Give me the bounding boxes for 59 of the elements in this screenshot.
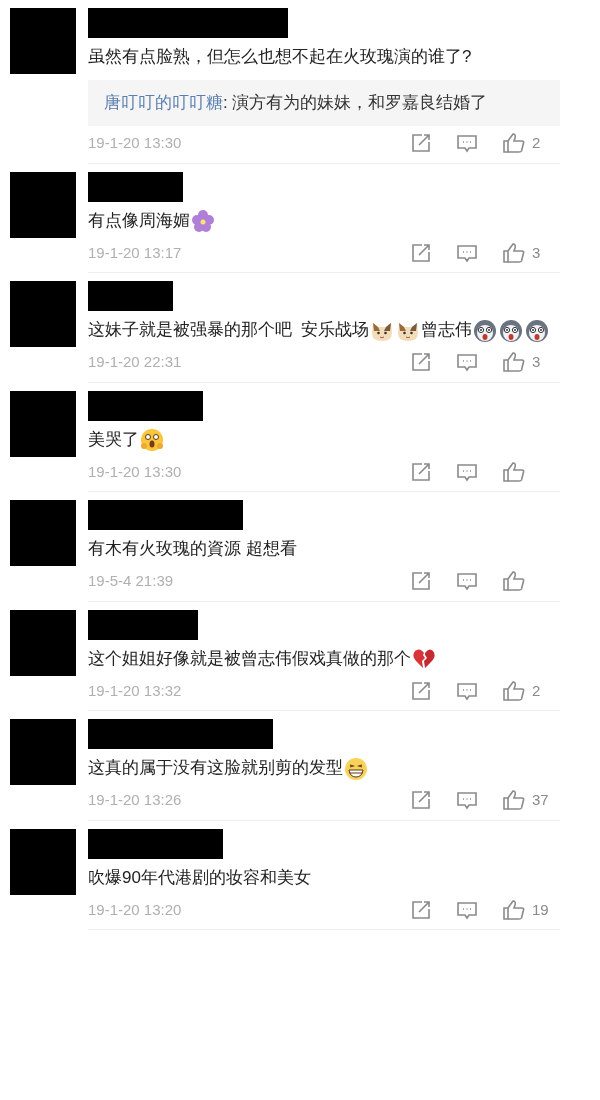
comment-time: 19-1-20 13:26 [88,790,183,810]
comment-text: 这个姐姐好像就是被曾志伟假戏真做的那个 [88,643,560,674]
redaction-block [10,828,76,895]
like-count: 19 [532,899,549,920]
comment-time: 19-1-20 13:30 [88,133,183,153]
thumbs-up-icon[interactable] [502,898,526,921]
comment-text: 这真的属于没有这脸就别剪的发型 [88,753,560,783]
dog-face-icon [525,318,550,343]
grinning-face-icon [344,756,368,781]
like-count: 3 [532,242,541,263]
comment-time: 19-1-20 22:31 [88,352,183,372]
user-link[interactable]: 唐叮叮的叮叮糖 [104,93,223,112]
comment-time: 19-1-20 13:30 [88,461,183,482]
thumbs-up-icon[interactable] [502,241,526,264]
thumbs-up-icon[interactable] [502,570,526,593]
broken-heart-icon [412,647,436,671]
like-count: 2 [532,133,541,153]
redaction-block [10,171,76,238]
comment-text: 这妹子就是被强暴的那个吧 安乐战场 曾志伟 [88,315,560,345]
share-icon[interactable] [410,460,432,483]
redaction-block [10,500,76,566]
comment-icon[interactable] [456,570,478,593]
share-icon[interactable] [410,898,432,921]
comment-time: 19-5-4 21:39 [88,571,175,591]
comment-icon[interactable] [456,351,478,374]
dog-face-icon [473,318,498,343]
comment-icon[interactable] [456,789,478,812]
thumbs-up-icon[interactable] [502,351,526,374]
like-count: 2 [532,680,541,701]
redaction-block [10,719,76,785]
redaction-block [10,390,76,457]
share-icon[interactable] [410,570,432,593]
scared-face-icon [140,428,164,452]
thumbs-up-icon[interactable] [502,789,526,812]
like-count: 3 [532,352,541,372]
comment-text: 吹爆90年代港剧的妆容和美女 [88,866,312,889]
redaction-block [10,8,76,74]
comment-text: 虽然有点脸熟，但怎么也想不起在火玫瑰演的谁了? [88,46,473,68]
comment-text: 美哭了 [88,424,560,455]
thumbs-up-icon[interactable] [502,460,526,483]
like-count: 37 [532,790,549,810]
comment-time: 19-1-20 13:20 [88,899,183,920]
redaction-block [10,281,76,347]
comment-time: 19-1-20 13:32 [88,680,183,701]
comment-text: 有点像周海媚 [88,205,560,236]
redaction-block [10,609,76,676]
share-icon[interactable] [410,789,432,812]
thumbs-up-icon[interactable] [502,132,526,155]
comment-icon[interactable] [456,132,478,155]
share-icon[interactable] [410,351,432,374]
share-icon[interactable] [410,679,432,702]
flower-icon [191,209,215,233]
thumbs-up-icon[interactable] [502,679,526,702]
comment-text: 有木有火玫瑰的資源 超想看 [88,538,298,560]
reply-text: 唐叮叮的叮叮糖: 演方有为的妹妹，和罗嘉良结婚了 [104,92,489,114]
share-icon[interactable] [410,132,432,155]
share-icon[interactable] [410,241,432,264]
dog-face-icon [499,318,524,343]
comment-time: 19-1-20 13:17 [88,242,183,263]
